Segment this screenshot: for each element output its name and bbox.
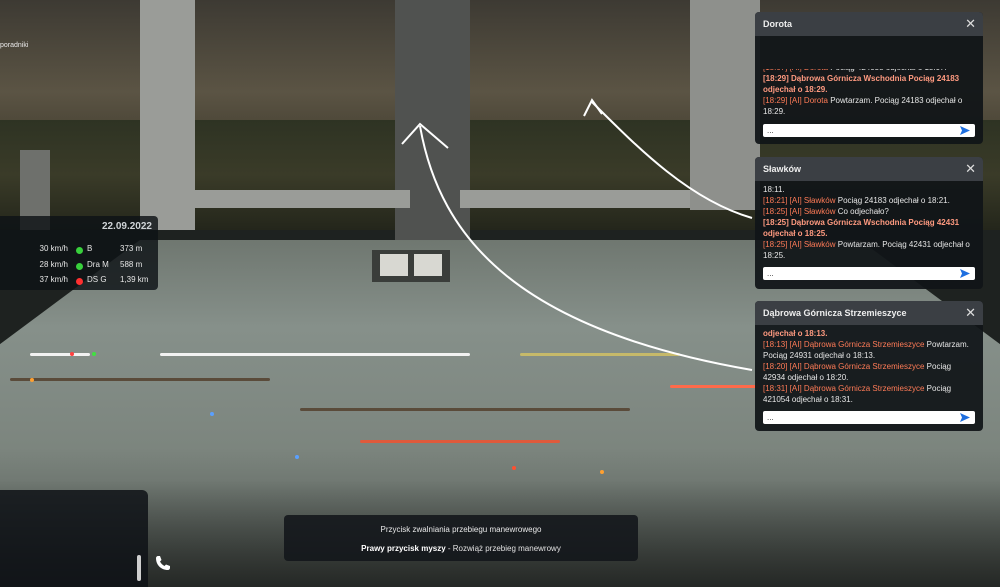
chat-message: [18:25] Dąbrowa Górnicza Wschodnia Pocią…	[763, 217, 975, 239]
message-time: [18:25]	[763, 218, 789, 227]
speed-value: 37 km/h	[39, 275, 68, 284]
message-text: Powtarzam. Pociąg 424058 odjechał o 18:1…	[763, 185, 785, 194]
signal-status-dot	[76, 263, 83, 270]
chat-header[interactable]: Sławków ✕	[755, 157, 983, 181]
chat-input-field[interactable]	[763, 124, 975, 137]
send-icon[interactable]	[960, 413, 970, 422]
message-time: [18:29]	[763, 96, 788, 105]
chat-input-field[interactable]	[763, 411, 975, 424]
chat-message: [18:21] [AI] Sławków Pociąg 24183 odjech…	[763, 195, 975, 206]
signal-status-dot	[76, 247, 83, 254]
message-time: [18:25]	[763, 240, 788, 249]
message-text: Pociąg 24183 odjechał o 18:21.	[837, 196, 950, 205]
send-icon[interactable]	[960, 269, 970, 278]
message-text: Pociąg 24931 odjechał o 18:13.	[763, 329, 828, 338]
signal-name: Dra M	[87, 260, 109, 269]
message-author: [AI] Sławków	[789, 240, 836, 249]
message-text: Co odjechało?	[837, 207, 889, 216]
bottom-left-panel	[0, 490, 148, 587]
chat-messages: [18:11] [AI] Sławków Powtarzam. Pociąg 4…	[763, 183, 975, 261]
message-text: Pociąg 424058 odjechał o 18:07.	[830, 69, 947, 72]
signal-status-dot	[76, 278, 83, 285]
message-time: [18:21]	[763, 196, 788, 205]
chat-messages: [18:07] [AI] Dorota Pociąg 424058 odjech…	[763, 69, 975, 117]
chat-message: [18:11] [AI] Sławków Powtarzam. Pociąg 4…	[763, 183, 975, 195]
control-tooltip: Przycisk zwalniania przebiegu manewroweg…	[284, 515, 638, 561]
speed-value: 28 km/h	[39, 260, 68, 269]
message-author: [AI] Dąbrowa Górnicza Strzemieszyce	[789, 362, 925, 371]
chat-message: [18:13] Dąbrowa Górnicza Wschodnia Pocią…	[763, 327, 975, 339]
chat-header[interactable]: Dorota ✕	[755, 12, 983, 36]
message-time: [18:20]	[763, 362, 788, 371]
message-author: [AI] Sławków	[789, 207, 836, 216]
chat-message-input[interactable]	[767, 124, 937, 137]
chat-message-input[interactable]	[767, 267, 937, 280]
chat-message: [18:20] [AI] Dąbrowa Górnicza Strzemiesz…	[763, 361, 975, 383]
message-time: [18:29]	[763, 74, 789, 83]
chat-header[interactable]: Dąbrowa Górnicza Strzemieszyce ✕	[755, 301, 983, 325]
arrow-curve	[591, 101, 753, 219]
distance-value: 1,39 km	[120, 275, 149, 284]
close-icon[interactable]: ✕	[965, 16, 976, 32]
message-author: [AI] Dorota	[790, 69, 828, 72]
chat-title: Dąbrowa Górnicza Strzemieszyce	[763, 308, 907, 318]
telemetry-row: 28 km/h Dra M 588 m	[0, 260, 158, 276]
panel-scrollbar[interactable]	[137, 555, 141, 581]
chat-message: [18:13] [AI] Dąbrowa Górnicza Strzemiesz…	[763, 339, 975, 361]
chat-title: Sławków	[763, 164, 802, 174]
arrow-head	[401, 122, 449, 149]
message-author: [AI] Dąbrowa Górnicza Strzemieszyce	[789, 384, 925, 393]
tooltip-key: Prawy przycisk myszy	[361, 544, 446, 553]
phone-icon[interactable]	[155, 555, 171, 571]
tooltip-hint: Prawy przycisk myszy - Rozwiąż przebieg …	[284, 544, 638, 553]
message-author: Dąbrowa Górnicza Wschodnia	[791, 218, 907, 227]
message-time: [18:25]	[763, 207, 788, 216]
close-icon[interactable]: ✕	[965, 305, 976, 321]
arrow-curve	[419, 125, 753, 371]
chat-message: [18:29] [AI] Dorota Powtarzam. Pociąg 24…	[763, 95, 975, 117]
chat-message: [18:29] Dąbrowa Górnicza Wschodnia Pocią…	[763, 73, 975, 95]
chat-input-field[interactable]	[763, 267, 975, 280]
message-time: [18:07]	[763, 69, 787, 72]
chat-message: [18:25] [AI] Sławków Powtarzam. Pociąg 4…	[763, 239, 975, 261]
chat-title: Dorota	[763, 19, 792, 29]
chat-window-dorota[interactable]: Dorota ✕ [18:07] [AI] Dorota Pociąg 4240…	[755, 12, 983, 144]
chat-message-input[interactable]	[767, 411, 937, 424]
tooltip-action: - Rozwiąż przebieg manewrowy	[445, 544, 561, 553]
chat-messages: [18:13] Dąbrowa Górnicza Wschodnia Pocią…	[763, 327, 975, 405]
message-time: [18:31]	[763, 384, 788, 393]
signal-name: B	[87, 244, 93, 253]
distance-value: 373 m	[120, 244, 143, 253]
distance-value: 588 m	[120, 260, 143, 269]
message-author: Dąbrowa Górnicza Wschodnia	[791, 74, 907, 83]
tooltip-title: Przycisk zwalniania przebiegu manewroweg…	[380, 525, 542, 534]
message-author: [AI] Sławków	[789, 196, 836, 205]
send-icon[interactable]	[960, 126, 970, 135]
close-icon[interactable]: ✕	[965, 161, 976, 177]
chat-message: [18:25] [AI] Sławków Co odjechało?	[763, 206, 975, 217]
guides-label[interactable]: poradniki	[0, 42, 28, 49]
speed-value: 30 km/h	[39, 244, 68, 253]
train-telemetry-panel: 22.09.2022 30 km/h B 373 m 28 km/h Dra M…	[0, 216, 158, 290]
signal-name: DS G	[87, 275, 107, 284]
message-time: [18:13]	[763, 340, 788, 349]
chat-window-dabrowa-strzemieszyce[interactable]: Dąbrowa Górnicza Strzemieszyce ✕ [18:13]…	[755, 301, 983, 431]
chat-message: [18:31] [AI] Dąbrowa Górnicza Strzemiesz…	[763, 383, 975, 405]
sim-date: 22.09.2022	[101, 221, 152, 232]
telemetry-row: 37 km/h DS G 1,39 km	[0, 275, 158, 291]
chat-window-slawkow[interactable]: Sławków ✕ [18:11] [AI] Sławków Powtarzam…	[755, 157, 983, 289]
message-author: [AI] Dorota	[789, 96, 828, 105]
message-author: [AI] Dąbrowa Górnicza Strzemieszyce	[789, 340, 925, 349]
telemetry-row: 30 km/h B 373 m	[0, 244, 158, 260]
